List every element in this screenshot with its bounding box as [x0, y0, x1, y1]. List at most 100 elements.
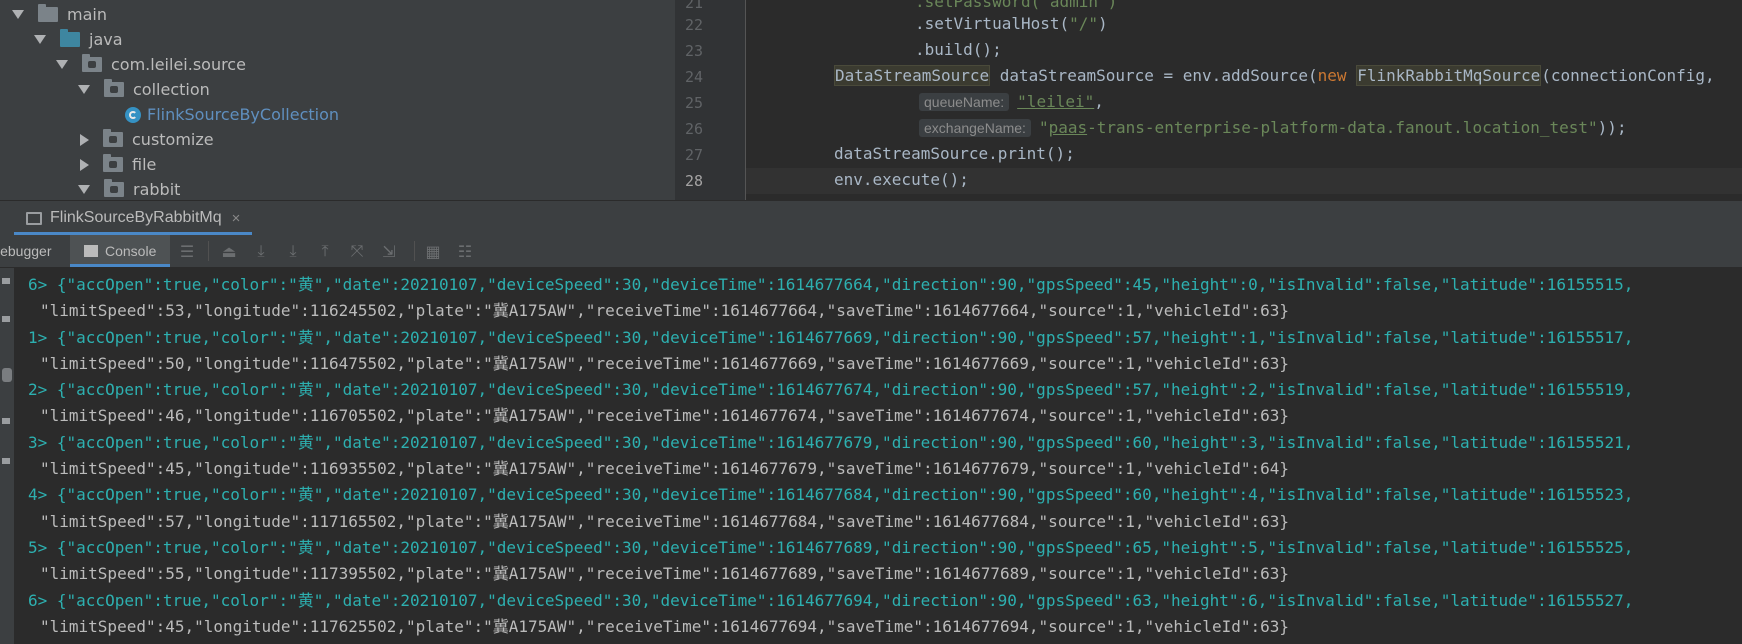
tree-item-label: collection	[133, 80, 210, 99]
code-token: "	[1038, 118, 1049, 137]
log-line: 1> {"accOpen":true,"color":"黄","date":20…	[28, 328, 1634, 347]
parameter-hint: queueName:	[919, 93, 1010, 111]
tree-item-main[interactable]: main	[12, 2, 107, 27]
run-tool-window-header: FlinkSourceByRabbitMq ×	[0, 200, 1742, 236]
code-line-27: dataStreamSource.print();	[834, 144, 1075, 163]
code-token: ,	[1094, 92, 1104, 111]
tree-item-label: com.leilei.source	[111, 55, 246, 74]
log-line: "limitSpeed":45,"longitude":116935502,"p…	[40, 459, 1289, 478]
code-token: (connectionConfig,	[1541, 66, 1715, 85]
toolbar-icon[interactable]	[2, 278, 10, 284]
folder-icon	[38, 4, 58, 22]
toolbar-icon[interactable]	[2, 368, 12, 382]
code-token: dataStreamSource.print();	[834, 144, 1075, 163]
code-token: )	[1098, 14, 1108, 33]
tab-label: Debugger	[0, 243, 52, 259]
code-token: "/"	[1069, 14, 1099, 33]
run-config-icon	[26, 211, 42, 225]
run-tab[interactable]: FlinkSourceByRabbitMq ×	[14, 201, 253, 235]
log-line: "limitSpeed":46,"longitude":116705502,"p…	[40, 406, 1289, 425]
parameter-hint: exchangeName:	[919, 119, 1031, 137]
show-execution-point-icon[interactable]: ⏏	[220, 242, 238, 261]
code-token: .setPassword("admin")	[915, 0, 1118, 11]
line-number: 23	[684, 42, 703, 60]
line-number: 22	[684, 16, 703, 34]
code-line-21: .setPassword("admin")	[915, 0, 1117, 11]
step-out-icon[interactable]: ⤒	[316, 241, 334, 260]
console-icon	[84, 245, 98, 257]
tree-item-package[interactable]: com.leilei.source	[56, 52, 246, 77]
menu-icon[interactable]: ☰	[178, 242, 196, 261]
chevron-right-icon[interactable]	[80, 158, 89, 171]
code-token: .setVirtualHost(	[915, 14, 1070, 33]
line-number-current: 28	[684, 172, 703, 190]
tree-item-label: rabbit	[133, 180, 181, 199]
line-number: 27	[684, 146, 703, 164]
code-token: FlinkRabbitMqSource	[1356, 65, 1542, 86]
toolbar-icon[interactable]	[2, 316, 10, 322]
code-token: DataStreamSource	[834, 65, 991, 86]
tree-item-flinksourcebycollection[interactable]: FlinkSourceByCollection	[125, 102, 339, 127]
package-icon	[104, 179, 124, 197]
tab-debugger[interactable]: Debugger	[0, 235, 66, 267]
class-icon	[125, 106, 141, 123]
tab-console[interactable]: Console	[70, 235, 170, 267]
console-left-toolbar	[0, 268, 14, 644]
code-token: .build();	[915, 40, 1002, 59]
log-line: 4> {"accOpen":true,"color":"黄","date":20…	[28, 485, 1634, 504]
code-line-25: queueName: "leilei",	[919, 92, 1104, 111]
package-icon	[104, 79, 124, 97]
code-token: env.execute();	[834, 170, 969, 189]
log-line: 2> {"accOpen":true,"color":"黄","date":20…	[28, 380, 1634, 399]
close-icon[interactable]: ×	[232, 210, 241, 227]
toolbar-icon[interactable]	[2, 418, 10, 424]
chevron-down-icon[interactable]	[78, 85, 90, 94]
code-token: paas	[1048, 118, 1088, 137]
tree-item-label: java	[89, 30, 123, 49]
code-token: "leilei"	[1017, 92, 1095, 111]
log-line: 6> {"accOpen":true,"color":"黄","date":20…	[28, 275, 1634, 294]
step-over-icon[interactable]: ⤓	[252, 241, 270, 260]
run-tab-label: FlinkSourceByRabbitMq	[50, 209, 222, 226]
run-to-cursor-icon[interactable]: ⇲	[380, 242, 398, 261]
tree-item-java[interactable]: java	[34, 27, 123, 52]
tab-label: Console	[105, 243, 157, 259]
tree-item-label: customize	[132, 130, 214, 149]
code-token: new	[1317, 66, 1347, 85]
log-line: 3> {"accOpen":true,"color":"黄","date":20…	[28, 433, 1634, 452]
line-number: 25	[684, 94, 703, 112]
log-line: "limitSpeed":53,"longitude":116245502,"p…	[40, 301, 1289, 320]
code-line-23: .build();	[915, 40, 1002, 59]
tree-item-rabbit[interactable]: rabbit	[78, 177, 180, 200]
console-output[interactable]: 6> {"accOpen":true,"color":"黄","date":20…	[0, 268, 1742, 644]
chevron-down-icon[interactable]	[78, 185, 90, 194]
evaluate-expression-icon[interactable]: ▦	[424, 242, 442, 261]
tree-item-file[interactable]: file	[78, 152, 156, 177]
step-into-icon[interactable]: ⤓	[284, 241, 302, 260]
tree-item-customize[interactable]: customize	[78, 127, 214, 152]
chevron-down-icon[interactable]	[12, 10, 24, 19]
line-number: 21	[684, 0, 703, 12]
drop-frame-icon[interactable]: ⤧	[348, 241, 366, 260]
trace-icon[interactable]: ☷	[456, 242, 474, 261]
code-line-24: DataStreamSource dataStreamSource = env.…	[834, 65, 1715, 86]
package-icon	[103, 129, 123, 147]
project-tree: main java com.leilei.source collection F…	[0, 0, 675, 200]
source-folder-icon	[60, 29, 80, 47]
code-line-22: .setVirtualHost("/")	[915, 14, 1108, 33]
package-icon	[103, 154, 123, 172]
tree-item-label: main	[67, 5, 107, 24]
code-token: dataStreamSource = env.addSource(	[990, 66, 1318, 85]
code-editor[interactable]: 21 22 23 24 25 26 27 28 .setPassword("ad…	[675, 0, 1742, 200]
chevron-down-icon[interactable]	[56, 60, 68, 69]
tree-item-label: file	[132, 155, 157, 174]
package-icon	[82, 54, 102, 72]
active-tab-indicator	[70, 264, 170, 267]
chevron-down-icon[interactable]	[34, 35, 46, 44]
chevron-right-icon[interactable]	[80, 133, 89, 146]
tree-item-collection[interactable]: collection	[78, 77, 210, 102]
code-line-26: exchangeName: "paas-trans-enterprise-plat…	[919, 118, 1627, 137]
tree-item-label: FlinkSourceByCollection	[147, 105, 340, 124]
line-number: 26	[684, 120, 703, 138]
toolbar-icon[interactable]	[2, 458, 10, 464]
